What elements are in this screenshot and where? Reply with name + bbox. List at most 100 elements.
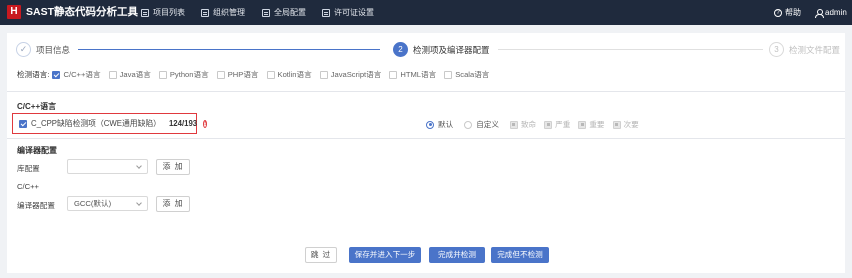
help-icon: ? <box>774 8 782 17</box>
select-value: GCC(默认) <box>74 199 112 208</box>
help-link[interactable]: ? 帮助 <box>774 6 801 19</box>
severity-label: 重要 <box>589 120 605 129</box>
step-file-config: 3 检测文件配置 <box>769 42 840 57</box>
add-library-button[interactable]: 添 加 <box>156 159 190 175</box>
chevron-down-icon <box>136 200 142 206</box>
lang-label: HTML语言 <box>400 70 437 79</box>
lang-python-checkbox[interactable]: Python语言 <box>158 69 209 80</box>
user-label: admin <box>825 8 847 17</box>
lang-label: Kotlin语言 <box>277 70 312 79</box>
rule-count: 124/193 <box>168 119 198 128</box>
step-detection-config: 2 检测项及编译器配置 <box>393 42 490 57</box>
user-menu[interactable]: admin <box>815 6 847 19</box>
severity-fatal-checkbox[interactable]: 致命 <box>509 119 537 130</box>
organization-icon <box>201 8 209 17</box>
mode-custom-radio[interactable]: 自定义 <box>464 119 499 130</box>
radio-label: 自定义 <box>476 120 499 129</box>
lang-label: Python语言 <box>169 70 209 79</box>
nav-label: 全局配置 <box>274 8 306 17</box>
cpp-label: C/C++ <box>17 182 39 191</box>
step-connector-done <box>78 49 380 50</box>
checkbox-disabled-icon <box>612 120 621 129</box>
checkbox-disabled-icon <box>509 120 518 129</box>
radio-selected-icon <box>426 120 434 129</box>
radio-label: 默认 <box>438 120 454 129</box>
checkbox-disabled-icon <box>578 120 587 129</box>
lang-label: Scala语言 <box>455 70 490 79</box>
nav-license-settings[interactable]: 许可证设置 <box>322 6 374 19</box>
lang-javascript-checkbox[interactable]: JavaScript语言 <box>319 69 382 80</box>
step-project-info: 项目信息 <box>16 42 70 57</box>
lang-label: C/C++语言 <box>63 70 101 79</box>
step-label: 检测文件配置 <box>789 44 841 55</box>
checkbox-icon <box>319 70 328 79</box>
radio-icon <box>464 120 473 129</box>
cpp-rule-set[interactable]: C_CPP缺陷检测项（CWE通用缺陷） 124/193 ! <box>12 113 208 134</box>
warning-icon[interactable]: ! <box>203 119 208 128</box>
lang-scala-checkbox[interactable]: Scala语言 <box>444 69 489 80</box>
config-card: 项目信息 2 检测项及编译器配置 3 检测文件配置 检测语言: C/C++语言 … <box>7 33 845 273</box>
step-number: 2 <box>393 42 408 57</box>
lang-php-checkbox[interactable]: PHP语言 <box>216 69 259 80</box>
checkbox-icon <box>389 70 398 79</box>
checkbox-disabled-icon <box>544 120 553 129</box>
nav-label: 许可证设置 <box>334 8 374 17</box>
library-label: 库配置 <box>17 164 40 173</box>
compiler-section-title: 编译器配置 <box>17 146 57 155</box>
compiler-label: 编译器配置 <box>17 201 55 210</box>
nav-project-list[interactable]: 项目列表 <box>141 6 185 19</box>
license-icon <box>322 8 330 17</box>
divider <box>7 91 845 92</box>
step-number: 3 <box>769 42 784 57</box>
rule-mode-group: 默认 自定义 致命 严重 重要 次要 <box>426 119 647 130</box>
nav-global-config[interactable]: 全局配置 <box>262 6 306 19</box>
severity-label: 致命 <box>520 120 537 129</box>
help-label: 帮助 <box>785 8 801 17</box>
step-label: 项目信息 <box>36 44 71 55</box>
step-check-icon <box>16 42 31 57</box>
library-select[interactable] <box>67 159 148 174</box>
mode-default-radio[interactable]: 默认 <box>426 119 453 130</box>
compiler-select[interactable]: GCC(默认) <box>67 196 148 211</box>
step-connector-pending <box>498 49 763 50</box>
list-icon <box>141 8 149 17</box>
language-selector: 检测语言: C/C++语言 Java语言 Python语言 PHP语言 Kotl… <box>17 69 497 80</box>
save-next-button[interactable]: 保存并进入下一步 <box>349 247 421 263</box>
divider <box>7 138 845 139</box>
step-label: 检测项及编译器配置 <box>413 44 490 55</box>
severity-label: 严重 <box>555 120 571 129</box>
nav-organization[interactable]: 组织管理 <box>201 6 245 19</box>
config-icon <box>262 8 270 17</box>
nav-label: 项目列表 <box>153 8 185 17</box>
checkbox-checked-icon <box>52 70 61 79</box>
nav-label: 组织管理 <box>213 8 245 17</box>
finish-no-check-button[interactable]: 完成但不检测 <box>491 247 549 263</box>
checkbox-icon <box>158 70 167 79</box>
top-navigation-bar: H SAST静态代码分析工具 项目列表 组织管理 全局配置 许可证设置 ? 帮助… <box>0 0 852 25</box>
checkbox-icon <box>108 70 117 79</box>
skip-button[interactable]: 跳 过 <box>305 247 337 263</box>
lang-label: PHP语言 <box>227 70 259 79</box>
severity-label: 次要 <box>623 120 639 129</box>
severity-minor-checkbox[interactable]: 次要 <box>612 119 639 130</box>
lang-java-checkbox[interactable]: Java语言 <box>108 69 151 80</box>
lang-html-checkbox[interactable]: HTML语言 <box>389 69 436 80</box>
chevron-down-icon <box>136 163 142 169</box>
user-icon <box>815 8 824 18</box>
severity-critical-checkbox[interactable]: 严重 <box>544 119 570 130</box>
add-compiler-button[interactable]: 添 加 <box>156 196 190 212</box>
app-title: SAST静态代码分析工具 <box>26 6 139 18</box>
checkbox-icon <box>216 70 225 79</box>
checkbox-checked-icon[interactable] <box>19 119 27 128</box>
lang-cpp-checkbox[interactable]: C/C++语言 <box>52 69 101 80</box>
checkbox-icon <box>266 70 275 79</box>
lang-label: Java语言 <box>119 70 151 79</box>
language-title: 检测语言: <box>17 70 50 79</box>
app-logo: H <box>7 5 21 19</box>
lang-label: JavaScript语言 <box>330 70 382 79</box>
lang-kotlin-checkbox[interactable]: Kotlin语言 <box>266 69 312 80</box>
finish-check-button[interactable]: 完成并检测 <box>429 247 485 263</box>
cpp-section-title: C/C++语言 <box>17 102 57 111</box>
checkbox-icon <box>444 70 453 79</box>
severity-major-checkbox[interactable]: 重要 <box>578 119 605 130</box>
